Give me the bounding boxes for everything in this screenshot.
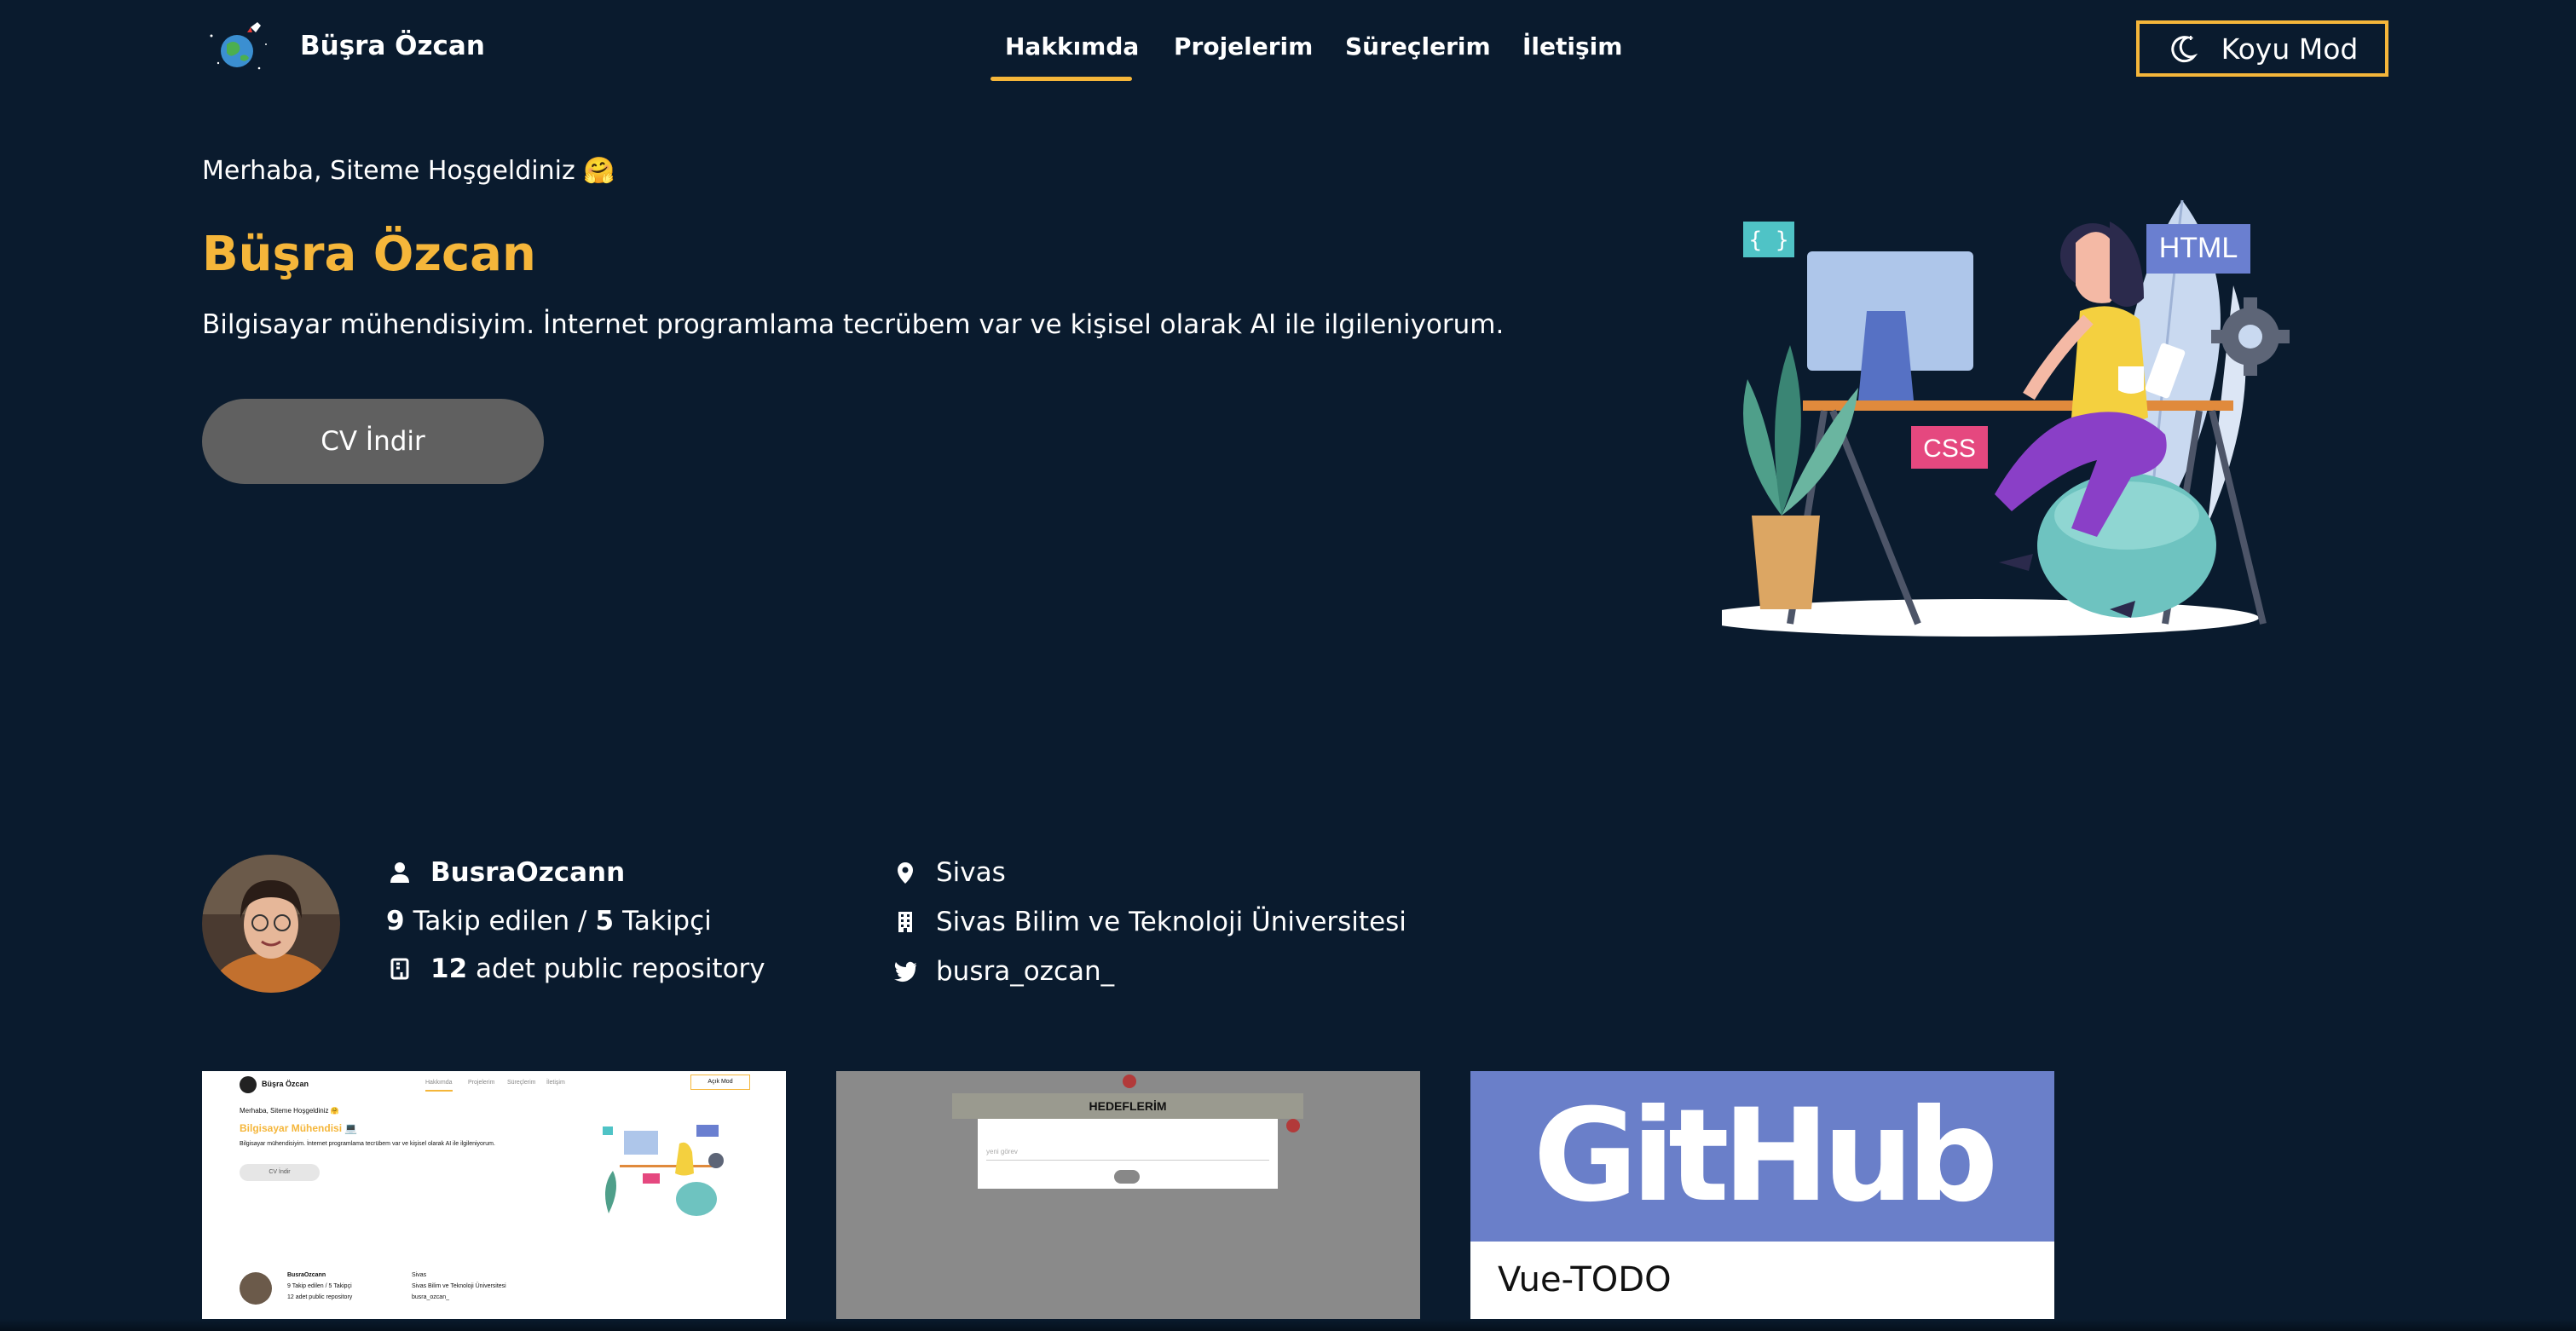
mini-description: Bilgisayar mühendisiyim. İnternet progra…: [240, 1141, 495, 1147]
dark-mode-label: Koyu Mod: [2221, 32, 2359, 66]
svg-text:CSS: CSS: [1923, 435, 1976, 463]
nav-iletisim[interactable]: İletişim: [1522, 32, 1622, 60]
mini-brand-name: Büşra Özcan: [262, 1080, 309, 1088]
page-bottom-edge: [0, 1319, 2576, 1331]
mini-nav-3: Süreçlerim: [507, 1080, 536, 1086]
mini-brand-logo: [240, 1076, 257, 1093]
project-card-portfolio[interactable]: Büşra Özcan Hakkımda Projelerim Süreçler…: [202, 1071, 786, 1331]
user-icon: [388, 861, 412, 884]
profile-repo-row: 12 adet public repository: [388, 954, 765, 984]
cv-download-button[interactable]: CV İndir: [202, 399, 544, 484]
avatar: [202, 855, 340, 993]
followers-label: Takipçi: [622, 906, 712, 936]
svg-text:{ }: { }: [1749, 228, 1789, 253]
developer-illustration: { } HTML CSS: [1696, 192, 2319, 643]
profile-username[interactable]: BusraOzcann: [430, 857, 625, 888]
hero-name: Büşra Özcan: [202, 227, 536, 282]
following-count: 9: [386, 906, 405, 936]
mini-repos: 12 adet public repository: [287, 1294, 353, 1300]
brand-logo[interactable]: [203, 19, 274, 75]
gear-icon: [2211, 297, 2290, 376]
mini-city: Sivas: [412, 1272, 427, 1278]
goals-modal: yeni görev: [978, 1119, 1278, 1189]
goals-input: yeni görev: [986, 1144, 1269, 1161]
project-title[interactable]: Vue-TODO: [1498, 1260, 1672, 1299]
github-logo: GitHub: [1533, 1082, 1999, 1230]
goals-screenshot: HEDEFLERİM yeni görev: [836, 1071, 1420, 1331]
mini-illustration: [603, 1125, 724, 1216]
greeting-text: Merhaba, Siteme Hoşgeldiniz 🤗: [202, 156, 615, 186]
repository-icon: [388, 957, 412, 981]
profile-twitter-row: busra_ozcan_: [893, 956, 1114, 987]
github-banner: GitHub: [1470, 1071, 2054, 1242]
portfolio-screenshot: Büşra Özcan Hakkımda Projelerim Süreçler…: [202, 1071, 786, 1331]
building-icon: [893, 910, 917, 934]
twitter-icon: [893, 959, 917, 983]
hero-description: Bilgisayar mühendisiyim. İnternet progra…: [202, 309, 1505, 340]
mini-twitter: busra_ozcan_: [412, 1294, 449, 1300]
brand-name[interactable]: Büşra Özcan: [300, 31, 485, 61]
mini-title: Bilgisayar Mühendisi 💻: [240, 1122, 358, 1134]
mini-greeting: Merhaba, Siteme Hoşgeldiniz 🤗: [240, 1107, 339, 1115]
profile-location: Sivas: [936, 857, 1006, 888]
mini-nav-indicator: [425, 1090, 453, 1092]
nav-projelerim[interactable]: Projelerim: [1174, 32, 1313, 60]
repo-label: adet public repository: [476, 954, 765, 984]
profile-company: Sivas Bilim ve Teknoloji Üniversitesi: [936, 907, 1406, 937]
nav-active-indicator: [991, 77, 1132, 81]
mini-mode-button: Açık Mod: [690, 1075, 750, 1090]
mini-avatar: [240, 1272, 272, 1305]
mini-follow: 9 Takip edilen / 5 Takipçi: [287, 1283, 352, 1289]
mini-school: Sivas Bilim ve Teknoloji Üniversitesi: [412, 1283, 506, 1289]
repo-count: 12: [430, 954, 468, 984]
profile-username-row: BusraOzcann: [388, 857, 625, 888]
goals-add-button: [1114, 1170, 1140, 1184]
goals-delete-icon: [1286, 1119, 1300, 1132]
followers-count: 5: [595, 906, 615, 936]
profile-company-row: Sivas Bilim ve Teknoloji Üniversitesi: [893, 907, 1406, 937]
mini-username: BusraOzcann: [287, 1272, 326, 1278]
moon-icon: [2167, 32, 2199, 65]
goals-close-icon: [1123, 1075, 1136, 1088]
nav-hakkimda[interactable]: Hakkımda: [1005, 32, 1139, 60]
mini-nav-1: Hakkımda: [425, 1080, 453, 1086]
goals-title: HEDEFLERİM: [952, 1093, 1303, 1119]
following-label: Takip edilen /: [413, 906, 587, 936]
dark-mode-button[interactable]: Koyu Mod: [2136, 20, 2388, 77]
project-card-goals[interactable]: HEDEFLERİM yeni görev: [836, 1071, 1420, 1331]
profile-follow-row: 9 Takip edilen / 5 Takipçi: [386, 906, 712, 936]
mini-nav-2: Projelerim: [468, 1080, 495, 1086]
mini-cv-button: CV İndir: [240, 1164, 320, 1181]
project-card-vue-todo[interactable]: GitHub Vue-TODO: [1470, 1071, 2054, 1331]
profile-location-row: Sivas: [893, 857, 1006, 888]
nav-sureclerim[interactable]: Süreçlerim: [1345, 32, 1491, 60]
location-pin-icon: [893, 861, 917, 884]
mini-nav-4: İletişim: [546, 1080, 565, 1086]
profile-twitter[interactable]: busra_ozcan_: [936, 956, 1114, 987]
svg-text:HTML: HTML: [2159, 232, 2238, 264]
